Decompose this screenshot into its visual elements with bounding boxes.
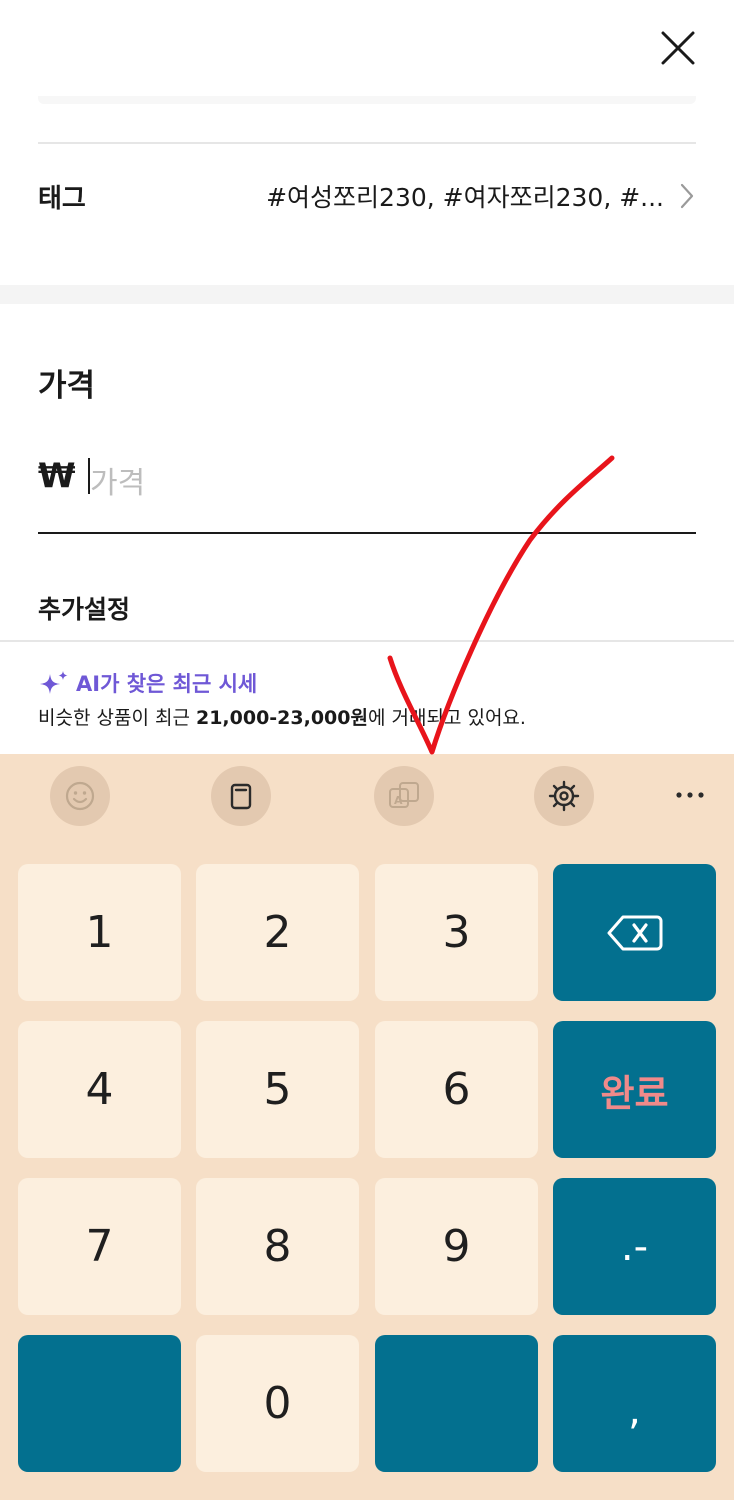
key-5[interactable]: 5	[196, 1021, 359, 1158]
clipboard-button[interactable]	[211, 766, 271, 826]
comma-key[interactable]: ,	[553, 1335, 716, 1472]
blank-key-right[interactable]	[375, 1335, 538, 1472]
key-7[interactable]: 7	[18, 1178, 181, 1315]
ai-market-title-text: AI가 찾은 최근 시세	[76, 672, 258, 696]
divider	[38, 142, 696, 144]
key-9[interactable]: 9	[375, 1178, 538, 1315]
ai-price-range: 21,000-23,000원	[195, 707, 368, 729]
ai-market-description: 비슷한 상품이 최근 21,000-23,000원에 거래되고 있어요.	[38, 703, 526, 730]
ai-desc-prefix: 비슷한 상품이 최근	[38, 707, 196, 729]
extra-settings-title: 추가설정	[38, 595, 131, 624]
key-3[interactable]: 3	[375, 864, 538, 1001]
tag-row[interactable]: 태그 #여성쪼리230, #여자쪼리230, #...	[38, 160, 696, 232]
comma-key-label: ,	[628, 1388, 641, 1434]
more-button[interactable]	[668, 780, 712, 810]
svg-text:A: A	[394, 794, 403, 807]
close-icon	[661, 31, 695, 65]
translate-button[interactable]: A	[374, 766, 434, 826]
section-separator	[0, 285, 734, 304]
price-title: 가격	[38, 368, 96, 404]
more-icon	[676, 792, 704, 798]
card-bottom-edge	[38, 96, 696, 104]
translate-icon: A	[389, 782, 419, 808]
backspace-icon	[607, 915, 662, 950]
price-placeholder: 가격	[90, 466, 146, 501]
key-1[interactable]: 1	[18, 864, 181, 1001]
key-2[interactable]: 2	[196, 864, 359, 1001]
backspace-key[interactable]	[553, 864, 716, 1001]
sparkle-icon	[40, 671, 68, 694]
clipboard-icon	[230, 783, 252, 810]
settings-icon	[548, 780, 580, 812]
divider	[0, 640, 734, 642]
close-button[interactable]	[652, 22, 704, 74]
tag-value: #여성쪼리230, #여자쪼리230, #...	[266, 183, 664, 212]
ai-market-title: AI가 찾은 최근 시세	[38, 668, 257, 698]
settings-button[interactable]	[534, 766, 594, 826]
ai-desc-suffix: 에 거래되고 있어요.	[367, 707, 526, 729]
blank-key-left[interactable]	[18, 1335, 181, 1472]
key-8[interactable]: 8	[196, 1178, 359, 1315]
tag-label: 태그	[38, 183, 86, 214]
dot-dash-key[interactable]: .-	[553, 1178, 716, 1315]
emoji-icon	[65, 781, 95, 811]
key-6[interactable]: 6	[375, 1021, 538, 1158]
price-input[interactable]: ₩ 가격	[38, 448, 696, 534]
key-0[interactable]: 0	[196, 1335, 359, 1472]
emoji-button[interactable]	[50, 766, 110, 826]
chevron-right-icon	[680, 183, 694, 209]
done-key[interactable]: 완료	[553, 1021, 716, 1158]
key-4[interactable]: 4	[18, 1021, 181, 1158]
currency-symbol: ₩	[38, 456, 76, 496]
